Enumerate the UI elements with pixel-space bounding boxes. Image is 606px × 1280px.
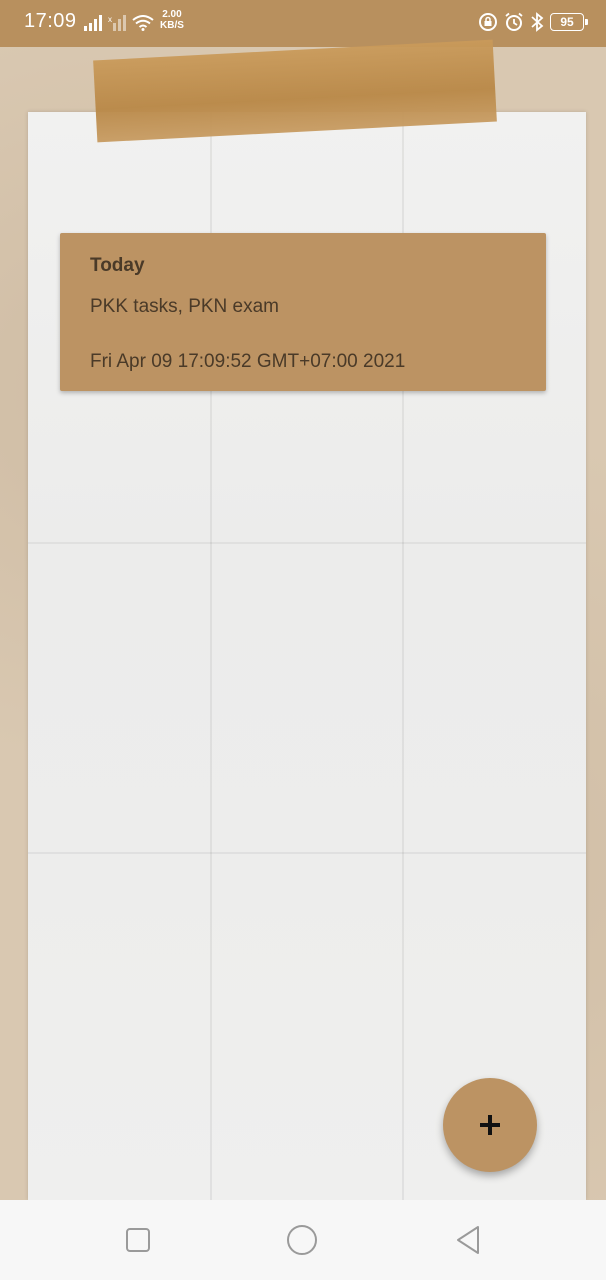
plus-icon (480, 1115, 500, 1135)
note-card[interactable]: Today PKK tasks, PKN exam Fri Apr 09 17:… (60, 233, 546, 391)
back-button[interactable] (452, 1224, 484, 1256)
alarm-icon (505, 12, 523, 31)
status-bar: 17:09 x 2.00 KB/S 95 (0, 0, 606, 47)
note-body: PKK tasks, PKN exam (90, 296, 280, 317)
status-time: 17:09 (24, 10, 77, 32)
navigation-bar (0, 1200, 606, 1280)
signal-icon (84, 15, 102, 31)
network-speed-unit: KB/S (160, 20, 184, 31)
triangle-back-icon (457, 1226, 479, 1254)
note-title: Today (90, 255, 145, 276)
signal-indicators: x (84, 13, 154, 33)
battery-indicator: 95 (550, 13, 588, 31)
status-right-icons: 95 (478, 12, 588, 32)
network-speed-value: 2.00 (162, 9, 182, 20)
svg-text:x: x (108, 15, 112, 24)
bluetooth-icon (531, 12, 544, 32)
square-icon (126, 1228, 150, 1252)
circle-icon (287, 1225, 317, 1255)
lock-rotation-icon (479, 13, 497, 31)
paper-fold (28, 852, 586, 854)
note-date: Fri Apr 09 17:09:52 GMT+07:00 2021 (90, 351, 406, 372)
signal-no-service-icon: x (108, 15, 126, 31)
paper-fold (28, 542, 586, 544)
wifi-icon (132, 15, 154, 31)
home-button[interactable] (286, 1224, 318, 1256)
network-speed: 2.00 KB/S (160, 9, 184, 31)
recents-button[interactable] (122, 1224, 154, 1256)
add-note-button[interactable] (443, 1078, 537, 1172)
